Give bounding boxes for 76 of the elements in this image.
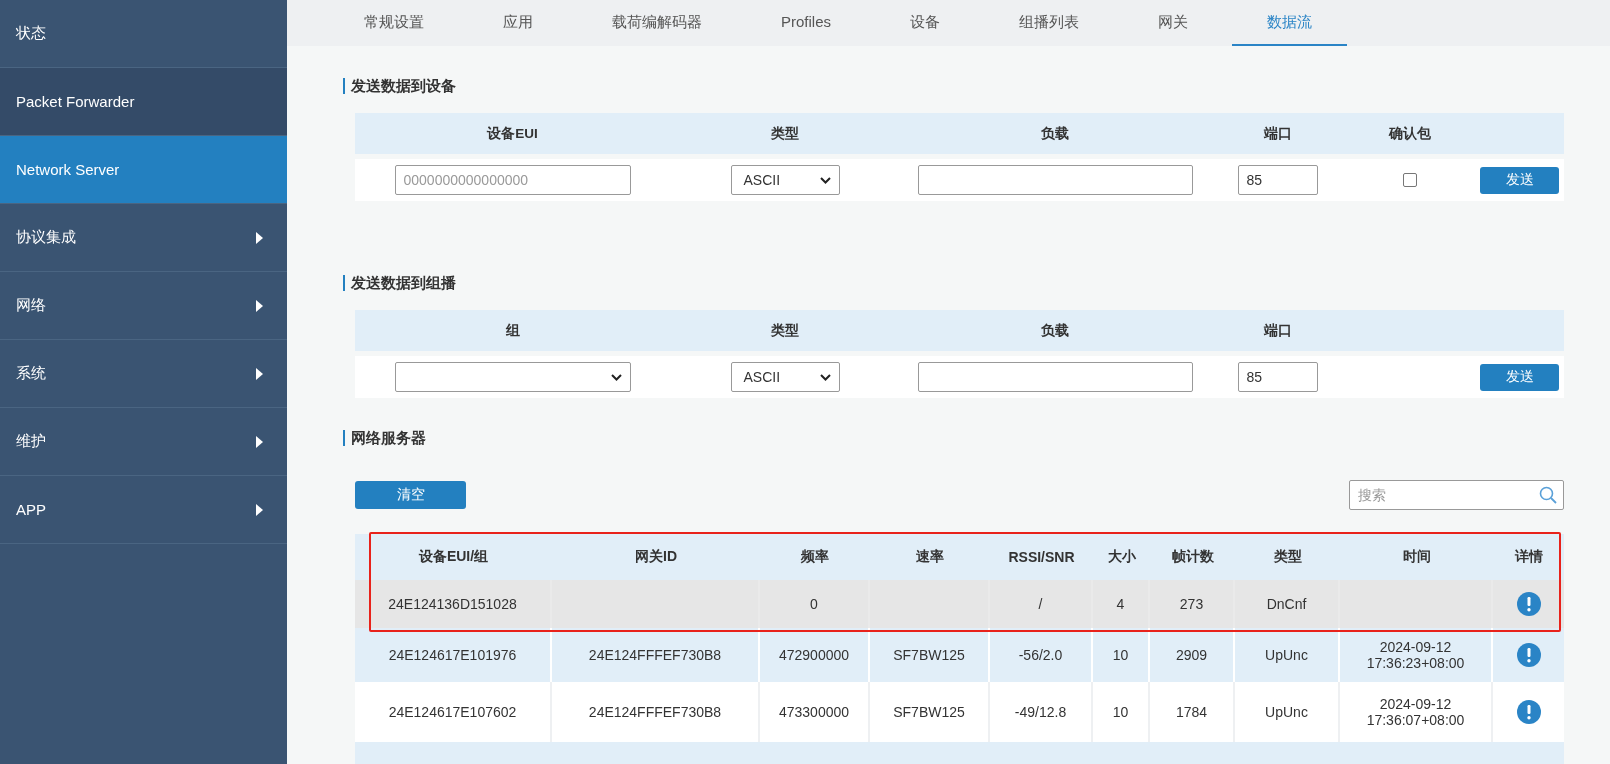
chevron-down-icon <box>819 176 831 184</box>
payload-field[interactable] <box>917 362 1193 392</box>
table-cell: UpUnc <box>1265 647 1308 663</box>
column-header: 帧计数 <box>1171 548 1214 566</box>
column-header: 确认包 <box>1387 124 1432 143</box>
table-cell: 273 <box>1179 596 1204 612</box>
column-header: 类型 <box>770 124 800 143</box>
table-cell: SF7BW125 <box>893 704 965 720</box>
table-cell: -49/12.8 <box>1014 704 1067 720</box>
chevron-down-icon <box>610 373 622 381</box>
section-title: 发送数据到组播 <box>343 275 1564 291</box>
tab[interactable]: Profiles <box>746 0 867 46</box>
table-cell: 24E124FFFEF730B8 <box>588 704 722 720</box>
send-button[interactable]: 发送 <box>1480 166 1559 194</box>
table-cell: 1784 <box>1175 704 1208 720</box>
tab[interactable]: 网关 <box>1123 0 1224 46</box>
tab[interactable]: 数据流 <box>1232 0 1348 46</box>
column-header: 负载 <box>1040 321 1070 340</box>
column-header: 详情 <box>1514 548 1543 566</box>
tab[interactable]: 设备 <box>875 0 976 46</box>
column-header: 网关ID <box>635 548 677 566</box>
column-header: 大小 <box>1107 548 1136 566</box>
info-icon[interactable] <box>1516 643 1541 667</box>
clear-button[interactable]: 清空 <box>355 481 466 509</box>
table-cell: SF7BW125 <box>893 647 965 663</box>
table-cell: 2909 <box>1175 647 1208 663</box>
search-icon <box>1539 486 1557 504</box>
column-header: 端口 <box>1262 124 1293 143</box>
column-header: 组 <box>504 321 521 340</box>
search-field[interactable]: 搜索 <box>1349 480 1564 510</box>
section-title: 网络服务器 <box>343 430 1564 446</box>
column-header: 设备EUI <box>485 124 539 143</box>
sidebar-item[interactable]: Network Server <box>0 136 287 204</box>
type-select[interactable]: ASCII <box>730 362 840 392</box>
table-cell: 0 <box>810 596 818 612</box>
payload-field[interactable] <box>917 165 1193 195</box>
column-header: 负载 <box>1040 124 1070 143</box>
port-field[interactable]: 85 <box>1237 362 1318 392</box>
sidebar-item[interactable]: Packet Forwarder <box>0 68 287 136</box>
column-header: RSSI/SNR <box>1008 549 1075 565</box>
table-cell: 4 <box>1116 596 1125 612</box>
table-cell: -56/2.0 <box>1018 647 1063 663</box>
tab[interactable]: 常规设置 <box>329 0 459 46</box>
column-header: 类型 <box>770 321 800 340</box>
confirm-checkbox[interactable] <box>1403 173 1417 187</box>
column-header: 类型 <box>1273 548 1302 566</box>
table-cell: UpUnc <box>1265 704 1308 720</box>
table-cell-text: 2024-09-12 17:36:23+08:00 <box>1365 639 1466 671</box>
device-eui-field[interactable]: 0000000000000000 <box>394 165 631 195</box>
port-field[interactable]: 85 <box>1237 165 1318 195</box>
column-header: 速率 <box>916 548 944 566</box>
tab[interactable]: 应用 <box>468 0 568 46</box>
send-button[interactable]: 发送 <box>1480 363 1559 391</box>
column-header: 设备EUI/组 <box>418 548 489 566</box>
tab[interactable]: 载荷编解码器 <box>577 0 737 46</box>
table-cell: 24E124FFFEF730B8 <box>588 647 722 663</box>
info-icon[interactable] <box>1516 592 1541 616</box>
table-cell: 473300000 <box>778 704 850 720</box>
table-cell: DnCnf <box>1266 596 1307 612</box>
type-select[interactable]: ASCII <box>730 165 840 195</box>
table-cell: 10 <box>1112 704 1129 720</box>
info-icon[interactable] <box>1516 700 1541 724</box>
table-cell: 472900000 <box>778 647 850 663</box>
table-cell: / <box>1038 596 1043 612</box>
tab[interactable]: 组播列表 <box>984 0 1115 46</box>
column-header: 时间 <box>1402 548 1431 566</box>
chevron-down-icon <box>819 373 831 381</box>
table-cell-text: 2024-09-12 17:36:07+08:00 <box>1365 696 1466 728</box>
section-title: 发送数据到设备 <box>343 78 1564 94</box>
table-cell: 24E124617E101976 <box>388 647 517 663</box>
table-cell: 24E124617E107602 <box>388 704 517 720</box>
table-cell: 24E124136D151028 <box>388 596 517 612</box>
column-header: 频率 <box>801 548 829 566</box>
table-cell: 10 <box>1112 647 1129 663</box>
column-header: 端口 <box>1262 321 1293 340</box>
group-select[interactable] <box>394 362 631 392</box>
